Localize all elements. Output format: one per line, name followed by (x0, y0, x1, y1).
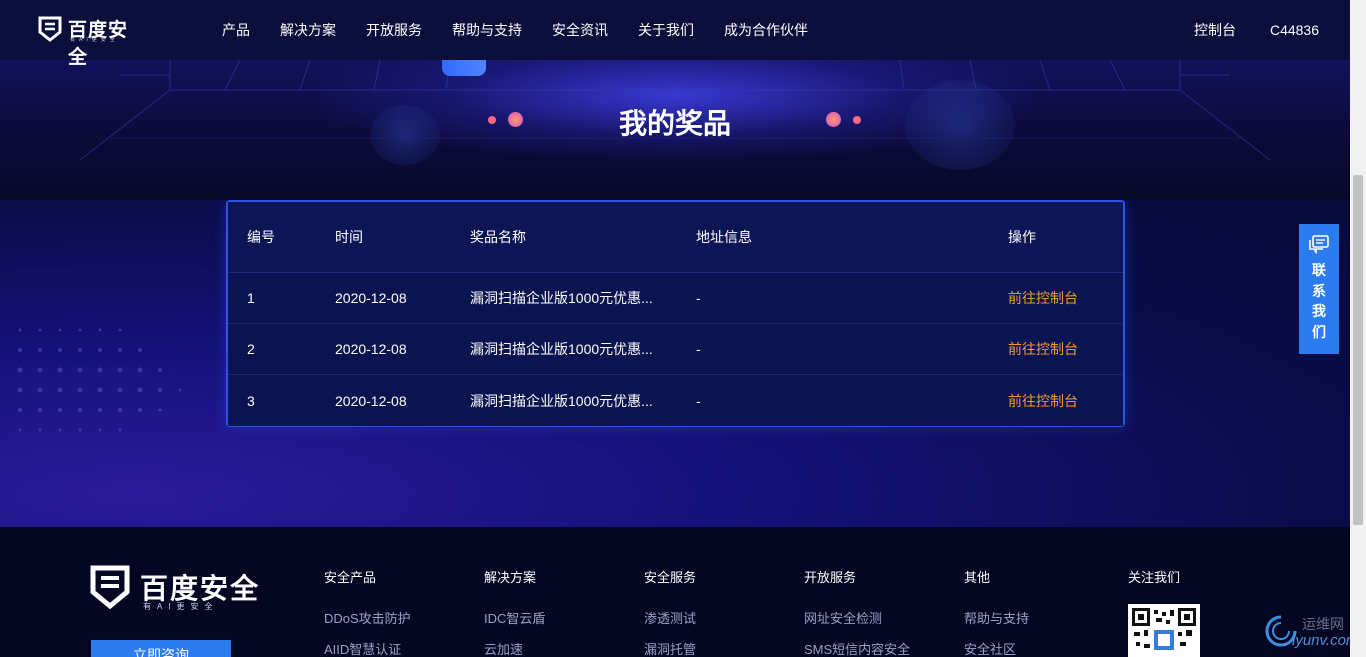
nav-item-products[interactable]: 产品 (222, 0, 250, 60)
brand-logo[interactable]: 百度安全 有AI更安全 (38, 14, 138, 68)
main-nav: 产品 解决方案 开放服务 帮助与支持 安全资讯 关于我们 成为合作伙伴 (222, 0, 838, 60)
footer-logo[interactable]: 百度安全 有AI更安全 (90, 565, 260, 615)
cell-address: - (696, 290, 701, 306)
cell-time: 2020-12-08 (335, 341, 407, 357)
table-row: 2 2020-12-08 漏洞扫描企业版1000元优惠... - 前往控制台 (228, 324, 1123, 375)
cell-prize-name: 漏洞扫描企业版1000元优惠... (470, 392, 653, 409)
cell-prize-name: 漏洞扫描企业版1000元优惠... (470, 341, 653, 357)
cell-time: 2020-12-08 (335, 392, 407, 409)
footer-link[interactable]: 渗透测试 (644, 608, 696, 627)
brand-tagline: 有AI更安全 (70, 37, 119, 43)
footer-column-products: 安全产品 DDoS攻击防护 AIID智慧认证 (324, 567, 411, 657)
page-title: 我的奖品 (618, 108, 731, 139)
cell-id: 1 (247, 290, 255, 306)
cell-address: - (696, 392, 701, 409)
consult-now-button[interactable]: 立即咨询 (91, 640, 231, 657)
footer-link[interactable]: AIID智慧认证 (324, 639, 411, 657)
table-row: 1 2020-12-08 漏洞扫描企业版1000元优惠... - 前往控制台 (228, 273, 1123, 324)
qr-code-icon (1132, 608, 1196, 650)
nav-item-open-services[interactable]: 开放服务 (366, 0, 422, 60)
footer-column-open-services: 开放服务 网址安全检测 SMS短信内容安全 (804, 567, 910, 657)
user-account[interactable]: C44836 (1270, 0, 1319, 60)
footer-column-title: 开放服务 (804, 570, 857, 585)
footer-column-title: 安全服务 (644, 570, 697, 585)
nav-item-partner[interactable]: 成为合作伙伴 (724, 0, 808, 60)
footer-column-solutions: 解决方案 IDC智云盾 云加速 (484, 567, 545, 657)
shield-logo-icon (38, 16, 62, 42)
footer-column-title: 解决方案 (484, 570, 537, 585)
footer-link[interactable]: DDoS攻击防护 (324, 608, 411, 627)
column-header-name: 奖品名称 (470, 229, 526, 245)
footer-link[interactable]: 安全社区 (964, 639, 1029, 657)
table-header-row: 编号 时间 奖品名称 地址信息 操作 (228, 202, 1123, 273)
footer-brand-tagline: 有AI更安全 (143, 602, 219, 611)
column-header-time: 时间 (335, 229, 363, 245)
footer-link[interactable]: SMS短信内容安全 (804, 639, 910, 657)
page-footer: 百度安全 有AI更安全 立即咨询 安全产品 DDoS攻击防护 AIID智慧认证 … (0, 527, 1350, 657)
footer-link[interactable]: 帮助与支持 (964, 608, 1029, 627)
top-header: 百度安全 有AI更安全 产品 解决方案 开放服务 帮助与支持 安全资讯 关于我们… (0, 0, 1350, 68)
hero-pill-decoration (442, 60, 486, 76)
contact-us-label: 联系我们 (1312, 262, 1326, 340)
qr-code-image (1128, 604, 1200, 657)
footer-link[interactable]: 网址安全检测 (804, 608, 910, 627)
hero-banner: 我的奖品 (0, 60, 1350, 200)
nav-item-about[interactable]: 关于我们 (638, 0, 694, 60)
cell-time: 2020-12-08 (335, 290, 407, 306)
go-to-console-link[interactable]: 前往控制台 (1008, 273, 1078, 323)
dot-matrix-decoration (17, 328, 182, 432)
footer-link[interactable]: 云加速 (484, 639, 545, 657)
column-header-address: 地址信息 (696, 229, 752, 245)
header-right: 控制台 C44836 (1160, 0, 1319, 60)
nav-item-help[interactable]: 帮助与支持 (452, 0, 522, 60)
prize-table: 编号 时间 奖品名称 地址信息 操作 1 2020-12-08 漏洞扫描企业版1… (226, 200, 1125, 427)
footer-link[interactable]: 漏洞托管 (644, 639, 696, 657)
main-content: 编号 时间 奖品名称 地址信息 操作 1 2020-12-08 漏洞扫描企业版1… (0, 200, 1350, 527)
cell-address: - (696, 341, 701, 357)
go-to-console-link[interactable]: 前往控制台 (1008, 324, 1078, 374)
watermark-text-bottom: iyunv.com (1292, 632, 1359, 649)
shield-logo-icon (90, 565, 130, 609)
nav-item-solutions[interactable]: 解决方案 (280, 0, 336, 60)
page-scrollbar[interactable] (1350, 0, 1366, 657)
column-header-action: 操作 (1008, 229, 1036, 245)
console-link[interactable]: 控制台 (1194, 0, 1236, 60)
chat-bubble-icon (1309, 235, 1329, 254)
go-to-console-link[interactable]: 前往控制台 (1008, 375, 1078, 426)
column-header-id: 编号 (247, 229, 275, 245)
footer-column-title: 关注我们 (1128, 570, 1181, 585)
cell-id: 3 (247, 392, 255, 409)
nav-item-news[interactable]: 安全资讯 (552, 0, 608, 60)
footer-column-services: 安全服务 渗透测试 漏洞托管 (644, 567, 696, 657)
footer-link[interactable]: IDC智云盾 (484, 608, 545, 627)
footer-column-title: 安全产品 (324, 570, 377, 585)
footer-column-other: 其他 帮助与支持 安全社区 (964, 567, 1029, 657)
scrollbar-thumb[interactable] (1353, 175, 1363, 525)
table-row: 3 2020-12-08 漏洞扫描企业版1000元优惠... - 前往控制台 (228, 375, 1123, 426)
cell-prize-name: 漏洞扫描企业版1000元优惠... (470, 290, 653, 306)
footer-column-title: 其他 (964, 570, 991, 585)
cell-id: 2 (247, 341, 255, 357)
watermark-text-top: 运维网 (1302, 616, 1344, 632)
footer-column-follow: 关注我们 (1128, 567, 1180, 608)
site-watermark: 运维网 iyunv.com (1262, 608, 1362, 654)
contact-us-button[interactable]: 联系我们 (1299, 224, 1339, 354)
